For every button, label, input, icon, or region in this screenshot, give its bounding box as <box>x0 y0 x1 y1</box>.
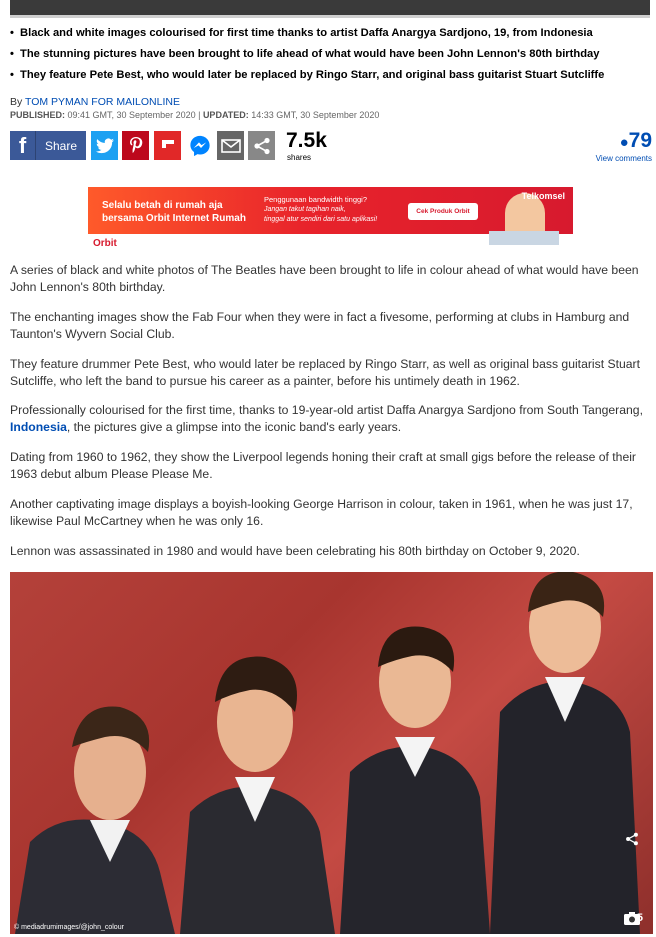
comments-count: ●79 <box>596 129 652 153</box>
email-icon <box>220 138 241 153</box>
published-value: 09:41 GMT, 30 September 2020 | <box>65 110 203 120</box>
pinterest-icon <box>129 136 142 153</box>
ad-text-1: Penggunaan bandwidth tinggi? <box>264 195 368 204</box>
twitter-share-button[interactable] <box>91 131 118 160</box>
email-share-button[interactable] <box>217 131 244 160</box>
summary-bullet: Black and white images colourised for fi… <box>10 23 654 44</box>
ad-text-3: tinggal atur sendiri dari satu aplikasi! <box>264 216 378 223</box>
advertisement-banner[interactable]: Orbit Selalu betah di rumah aja bersama … <box>88 187 573 255</box>
camera-icon <box>624 912 641 925</box>
article-summary-bullets: Black and white images colourised for fi… <box>10 23 654 86</box>
facebook-icon: f <box>10 131 36 160</box>
share-count: 7.5k <box>286 129 327 152</box>
beatles-photo-illustration <box>15 572 640 934</box>
pinterest-share-button[interactable] <box>122 131 149 160</box>
facebook-share-label: Share <box>45 138 78 153</box>
band-member-1 <box>15 706 175 934</box>
ad-headline-2: bersama Orbit Internet Rumah <box>102 213 246 224</box>
gallery-button[interactable]: +15 <box>624 912 643 925</box>
ad-cta-button[interactable]: Cek Produk Orbit <box>408 203 478 220</box>
twitter-icon <box>95 137 114 153</box>
article-photo[interactable]: © mediadrumimages/@john_colour +15 <box>10 572 653 934</box>
comments-count-value: 79 <box>628 129 652 152</box>
byline-prefix: By <box>10 96 25 108</box>
band-member-4 <box>490 572 640 934</box>
summary-bullet: The stunning pictures have been brought … <box>10 44 654 65</box>
published-label: PUBLISHED: <box>10 110 66 120</box>
updated-value: 14:33 GMT, 30 September 2020 <box>248 110 380 120</box>
indonesia-link[interactable]: Indonesia <box>10 420 67 434</box>
band-member-3 <box>340 626 490 934</box>
paragraph-text: Professionally colourised for the first … <box>10 403 643 417</box>
article-paragraph: The enchanting images show the Fab Four … <box>10 310 630 341</box>
facebook-share-button[interactable]: f Share <box>10 131 86 160</box>
comments-link[interactable]: ●79 View comments <box>595 129 652 163</box>
summary-bullet: They feature Pete Best, who would later … <box>10 65 654 86</box>
flipboard-icon <box>159 137 176 154</box>
share-icon <box>626 832 638 846</box>
photo-credit: © mediadrumimages/@john_colour <box>14 924 124 931</box>
share-icon <box>253 137 270 154</box>
orbit-logo: Orbit <box>93 238 117 249</box>
ad-laptop-image <box>489 231 559 245</box>
header-bar <box>10 0 650 18</box>
paragraph-text: , the pictures give a glimpse into the i… <box>66 420 402 434</box>
article-paragraph: Another captivating image displays a boy… <box>10 497 633 528</box>
article-paragraph: A series of black and white photos of Th… <box>10 263 639 294</box>
share-count-label: shares <box>287 153 312 162</box>
article-paragraph: Dating from 1960 to 1962, they show the … <box>10 450 636 481</box>
article-paragraph: They feature drummer Pete Best, who woul… <box>10 357 640 388</box>
view-comments-label: View comments <box>595 154 652 163</box>
ad-text-2: Jangan takut tagihan naik, <box>264 206 346 213</box>
ad-headline-1: Selalu betah di rumah aja <box>102 200 223 211</box>
author-link[interactable]: TOM PYMAN FOR MAILONLINE <box>25 96 180 108</box>
photo-share-icon[interactable] <box>625 832 647 854</box>
byline: By TOM PYMAN FOR MAILONLINE <box>10 96 180 108</box>
article-paragraph: Lennon was assassinated in 1980 and woul… <box>10 544 580 558</box>
article-paragraph: Professionally colourised for the first … <box>10 402 654 436</box>
flipboard-share-button[interactable] <box>154 131 181 160</box>
comment-bubble-icon: ● <box>619 134 629 151</box>
messenger-icon <box>189 135 210 156</box>
telkomsel-logo: Telkomsel <box>521 191 565 201</box>
share-bar: f Share 7.5k shares ●79 View comments <box>10 129 652 163</box>
band-member-2 <box>180 656 335 934</box>
publish-info: PUBLISHED: 09:41 GMT, 30 September 2020 … <box>10 110 379 120</box>
updated-label: UPDATED: <box>202 110 249 120</box>
more-share-button[interactable] <box>248 131 275 160</box>
messenger-share-button[interactable] <box>186 131 213 160</box>
